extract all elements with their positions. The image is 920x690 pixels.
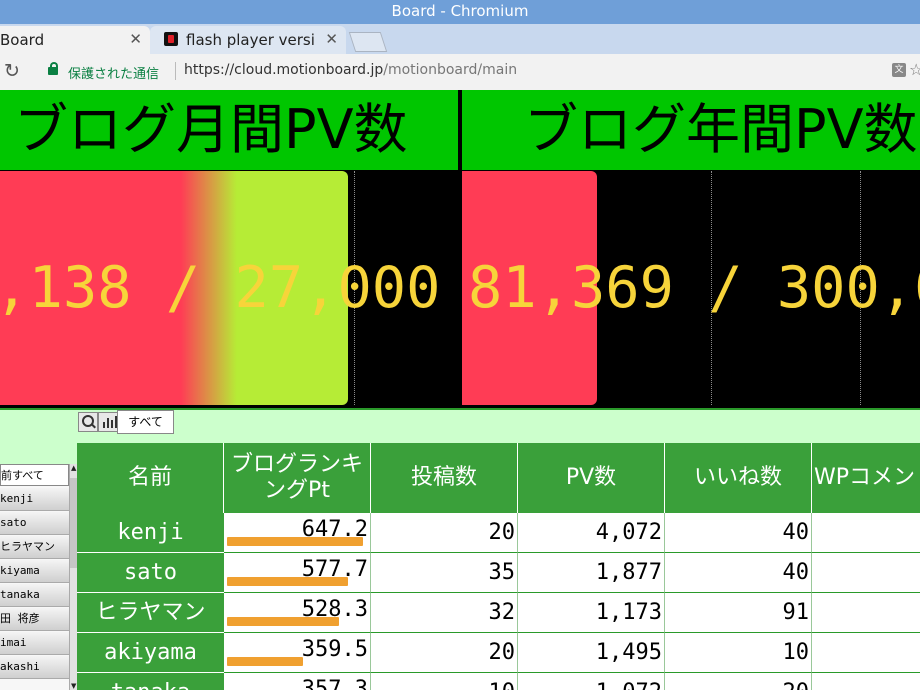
bookmark-star-icon[interactable]: ☆ — [909, 60, 920, 79]
row-likes[interactable]: 20 — [665, 673, 812, 690]
row-likes[interactable]: 40 — [665, 553, 812, 593]
row-posts[interactable]: 20 — [371, 513, 518, 553]
name-filter-list: 前すべて kenji sato ヒラヤマン kiyama tanaka 田 将彦… — [0, 464, 79, 690]
column-header-posts[interactable]: 投稿数 — [371, 443, 518, 513]
row-name[interactable]: sato — [77, 553, 224, 593]
row-pv[interactable]: 1,173 — [518, 593, 665, 633]
panel-title: ブログ年間PV数 — [462, 90, 920, 170]
filter-item[interactable]: ヒラヤマン — [0, 536, 69, 559]
yearly-pv-value: 81,369 / 300,00 — [468, 255, 920, 321]
bar-chart-icon[interactable] — [98, 412, 118, 432]
row-name[interactable]: ヒラヤマン — [77, 593, 224, 633]
window-title: Board - Chromium — [0, 0, 920, 24]
tab-board[interactable]: Board ✕ — [0, 26, 150, 54]
row-wp-comments[interactable] — [812, 633, 920, 673]
rank-value: 577.7 — [301, 557, 368, 582]
monthly-pv-value: 1,138 / 27,000 — [0, 255, 441, 321]
rank-bar — [227, 657, 303, 666]
monthly-pv-title: ブログ月間PV数 — [14, 98, 408, 161]
row-wp-comments[interactable] — [812, 513, 920, 553]
filter-item[interactable]: akashi — [0, 656, 69, 679]
filter-item[interactable]: imai — [0, 632, 69, 655]
magnifier-icon[interactable] — [78, 412, 98, 432]
progress-area: 81,369 / 300,00 — [462, 171, 920, 406]
kpi-panels: ブログ月間PV数 1,138 / 27,000 ブログ年間PV数 81,369 … — [0, 90, 920, 410]
rank-value: 647.2 — [301, 517, 368, 542]
filter-item[interactable]: tanaka — [0, 584, 69, 607]
address-bar: ↻ 保護された通信 https://cloud.motionboard.jp/m… — [0, 54, 920, 91]
secure-connection-label[interactable]: 保護された通信 — [68, 63, 159, 82]
tab-flash-player[interactable]: flash player version ✕ — [150, 26, 346, 54]
ranking-area: すべて 前すべて kenji sato ヒラヤマン kiyama tanaka … — [0, 410, 920, 690]
row-wp-comments[interactable] — [812, 593, 920, 633]
reload-icon[interactable]: ↻ — [4, 60, 20, 82]
row-pv[interactable]: 1,495 — [518, 633, 665, 673]
scroll-down-icon[interactable]: ▼ — [71, 682, 76, 690]
row-pv[interactable]: 1,072 — [518, 673, 665, 690]
filter-item[interactable]: 田 将彦 — [0, 608, 69, 631]
row-posts[interactable]: 10 — [371, 673, 518, 690]
header-line: ングPt — [264, 478, 330, 503]
filter-item[interactable]: 前すべて — [0, 464, 69, 486]
row-rank-cell[interactable]: 359.5 — [224, 633, 371, 673]
close-icon[interactable]: ✕ — [325, 26, 338, 52]
url-path: /motionboard/main — [383, 62, 518, 78]
row-name[interactable]: akiyama — [77, 633, 224, 673]
site-favicon-icon — [164, 32, 178, 46]
column-header-rank[interactable]: ブログランキ ングPt — [224, 443, 371, 513]
column-header-name[interactable]: 名前 — [77, 443, 224, 513]
yearly-pv-panel: ブログ年間PV数 81,369 / 300,00 — [462, 90, 920, 408]
progress-area: 1,138 / 27,000 — [0, 171, 458, 406]
filter-item[interactable]: sato — [0, 512, 69, 535]
scroll-up-icon[interactable]: ▲ — [71, 464, 76, 472]
row-likes[interactable]: 40 — [665, 513, 812, 553]
row-rank-cell[interactable]: 577.7 — [224, 553, 371, 593]
tab-label: Board — [0, 31, 45, 49]
rank-value: 359.5 — [301, 637, 368, 662]
url-host: https://cloud.motionboard.jp — [184, 62, 384, 78]
yearly-pv-title: ブログ年間PV数 — [524, 98, 918, 161]
row-wp-comments[interactable] — [812, 553, 920, 593]
row-rank-cell[interactable]: 528.3 — [224, 593, 371, 633]
row-pv[interactable]: 4,072 — [518, 513, 665, 553]
row-likes[interactable]: 91 — [665, 593, 812, 633]
column-header-wp-comments[interactable]: WPコメント — [812, 443, 920, 513]
tab-label: flash player version — [186, 31, 314, 49]
tab-strip: Board ✕ flash player version ✕ — [0, 24, 920, 54]
filter-item[interactable]: kenji — [0, 488, 69, 511]
panel-title: ブログ月間PV数 — [0, 90, 458, 170]
row-likes[interactable]: 10 — [665, 633, 812, 673]
row-posts[interactable]: 32 — [371, 593, 518, 633]
column-header-likes[interactable]: いいね数 — [665, 443, 812, 513]
row-rank-cell[interactable]: 647.2 — [224, 513, 371, 553]
row-name[interactable]: tanaka — [77, 673, 224, 690]
header-line: ブログランキ — [230, 452, 363, 477]
row-pv[interactable]: 1,877 — [518, 553, 665, 593]
row-rank-cell[interactable]: 357.3 — [224, 673, 371, 690]
row-posts[interactable]: 35 — [371, 553, 518, 593]
ranking-table: 名前 ブログランキ ングPt 投稿数 PV数 いいね数 WPコメント kenji… — [77, 443, 920, 690]
row-wp-comments[interactable] — [812, 673, 920, 690]
filter-item[interactable]: kiyama — [0, 560, 69, 583]
lock-icon — [48, 62, 58, 75]
all-filter-button[interactable]: すべて — [117, 410, 174, 434]
column-header-pv[interactable]: PV数 — [518, 443, 665, 513]
monthly-pv-panel: ブログ月間PV数 1,138 / 27,000 — [0, 90, 458, 408]
translate-icon[interactable]: 文 — [892, 63, 906, 77]
url-field[interactable]: https://cloud.motionboard.jp/motionboard… — [184, 62, 517, 78]
row-posts[interactable]: 20 — [371, 633, 518, 673]
close-icon[interactable]: ✕ — [129, 26, 142, 52]
divider — [175, 62, 176, 80]
rank-value: 357.3 — [301, 677, 368, 690]
row-name[interactable]: kenji — [77, 513, 224, 553]
rank-value: 528.3 — [301, 597, 368, 622]
new-tab-button[interactable] — [348, 32, 388, 52]
